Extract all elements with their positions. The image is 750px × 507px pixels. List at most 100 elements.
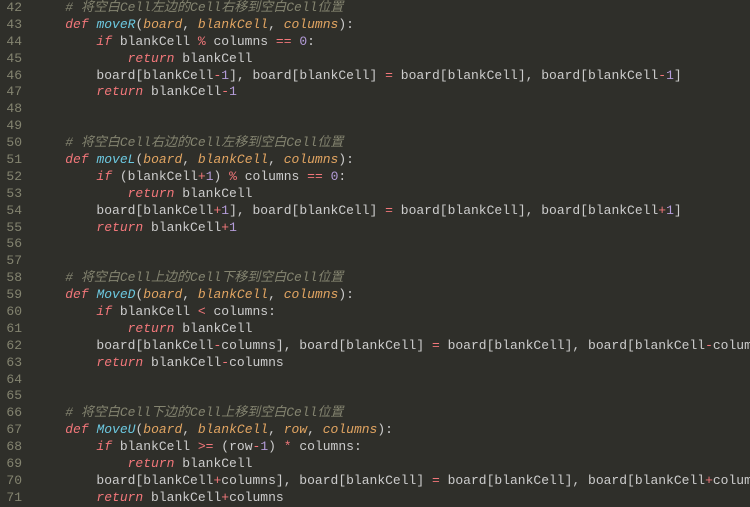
token-pu: ( (221, 439, 229, 454)
code-line[interactable] (34, 372, 750, 389)
token-fn: MoveU (96, 422, 135, 437)
code-editor[interactable]: 4243444546474849505152535455565758596061… (0, 0, 750, 507)
token-pa: blankCell (198, 422, 268, 437)
token-pa: board (143, 422, 182, 437)
token-pu: ): (377, 422, 393, 437)
line-number: 60 (6, 304, 22, 321)
token-pu: : (268, 304, 276, 319)
code-line[interactable]: if blankCell % columns == 0: (34, 34, 750, 51)
token-kw: return (96, 220, 143, 235)
token-kw: return (128, 186, 175, 201)
token-id: board (299, 338, 338, 353)
token-pu: [ (627, 473, 635, 488)
token-pu: ( (120, 169, 128, 184)
code-line[interactable]: def moveR(board, blankCell, columns): (34, 17, 750, 34)
token-kw: def (65, 287, 88, 302)
token-op: + (705, 473, 713, 488)
code-line[interactable] (34, 253, 750, 270)
token-fn: MoveD (96, 287, 135, 302)
code-line[interactable]: board[blankCell+1], board[blankCell] = b… (34, 203, 750, 220)
token-id (323, 169, 331, 184)
token-pu: ): (338, 152, 354, 167)
token-pu: ) (268, 439, 284, 454)
token-pu: ): (338, 17, 354, 32)
token-kw: return (128, 456, 175, 471)
token-id: board (96, 203, 135, 218)
line-number: 44 (6, 34, 22, 51)
line-number: 52 (6, 169, 22, 186)
token-id: board (96, 68, 135, 83)
code-line[interactable]: # 将空白Cell下边的Cell上移到空白Cell位置 (34, 405, 750, 422)
code-line[interactable]: # 将空白Cell上边的Cell下移到空白Cell位置 (34, 270, 750, 287)
token-pu: ], (565, 473, 588, 488)
token-id (112, 169, 120, 184)
token-pu: [ (338, 473, 346, 488)
token-id: columns (206, 304, 268, 319)
code-line[interactable]: return blankCell-columns (34, 355, 750, 372)
code-line[interactable]: if blankCell >= (row-1) * columns: (34, 439, 750, 456)
token-nu: 0 (299, 34, 307, 49)
code-line[interactable]: def MoveU(board, blankCell, row, columns… (34, 422, 750, 439)
code-line[interactable]: if (blankCell+1) % columns == 0: (34, 169, 750, 186)
token-pa: blankCell (198, 152, 268, 167)
token-id: row (229, 439, 252, 454)
code-line[interactable]: def moveL(board, blankCell, columns): (34, 152, 750, 169)
code-line[interactable]: return blankCell+columns (34, 490, 750, 507)
line-number: 55 (6, 220, 22, 237)
line-number: 62 (6, 338, 22, 355)
code-line[interactable] (34, 118, 750, 135)
token-id: board (588, 338, 627, 353)
code-line[interactable]: # 将空白Cell右边的Cell左移到空白Cell位置 (34, 135, 750, 152)
code-line[interactable]: return blankCell (34, 186, 750, 203)
line-number: 65 (6, 388, 22, 405)
token-id: board (253, 203, 292, 218)
token-id: blankCell (174, 51, 252, 66)
token-id: board (299, 473, 338, 488)
token-nu: 1 (221, 68, 229, 83)
token-pu: [ (440, 68, 448, 83)
token-id: blankCell (448, 68, 518, 83)
token-id: columns (713, 338, 750, 353)
code-line[interactable]: return blankCell (34, 321, 750, 338)
token-pu: [ (580, 68, 588, 83)
code-area[interactable]: # 将空白Cell左边的Cell右移到空白Cell位置 def moveR(bo… (30, 0, 750, 507)
line-number: 42 (6, 0, 22, 17)
code-line[interactable] (34, 101, 750, 118)
code-line[interactable]: return blankCell+1 (34, 220, 750, 237)
token-pa: board (143, 287, 182, 302)
line-number: 69 (6, 456, 22, 473)
token-pu: ], (518, 68, 541, 83)
token-op: - (658, 68, 666, 83)
token-id: columns (206, 34, 276, 49)
code-line[interactable]: board[blankCell-columns], board[blankCel… (34, 338, 750, 355)
code-line[interactable] (34, 388, 750, 405)
token-pa: row (284, 422, 307, 437)
token-pu: , (182, 17, 198, 32)
code-line[interactable]: return blankCell (34, 51, 750, 68)
token-pu: , (268, 287, 284, 302)
token-id: blankCell (143, 203, 213, 218)
line-number: 71 (6, 490, 22, 507)
token-id: blankCell (635, 338, 705, 353)
token-kw: return (96, 84, 143, 99)
token-op: + (221, 490, 229, 505)
token-id: blankCell (494, 338, 564, 353)
code-line[interactable]: if blankCell < columns: (34, 304, 750, 321)
token-pu: , (182, 287, 198, 302)
line-number: 49 (6, 118, 22, 135)
token-nu: 1 (229, 220, 237, 235)
token-id: board (393, 203, 440, 218)
token-pu: ] (416, 338, 432, 353)
code-line[interactable]: return blankCell-1 (34, 84, 750, 101)
code-line[interactable]: board[blankCell+columns], board[blankCel… (34, 473, 750, 490)
code-line[interactable]: board[blankCell-1], board[blankCell] = b… (34, 68, 750, 85)
code-line[interactable]: def MoveD(board, blankCell, columns): (34, 287, 750, 304)
token-pu: [ (440, 203, 448, 218)
code-line[interactable] (34, 236, 750, 253)
code-line[interactable]: return blankCell (34, 456, 750, 473)
token-kw: def (65, 422, 88, 437)
code-line[interactable]: # 将空白Cell左边的Cell右移到空白Cell位置 (34, 0, 750, 17)
token-op: * (284, 439, 292, 454)
line-number: 58 (6, 270, 22, 287)
token-pa: blankCell (198, 17, 268, 32)
